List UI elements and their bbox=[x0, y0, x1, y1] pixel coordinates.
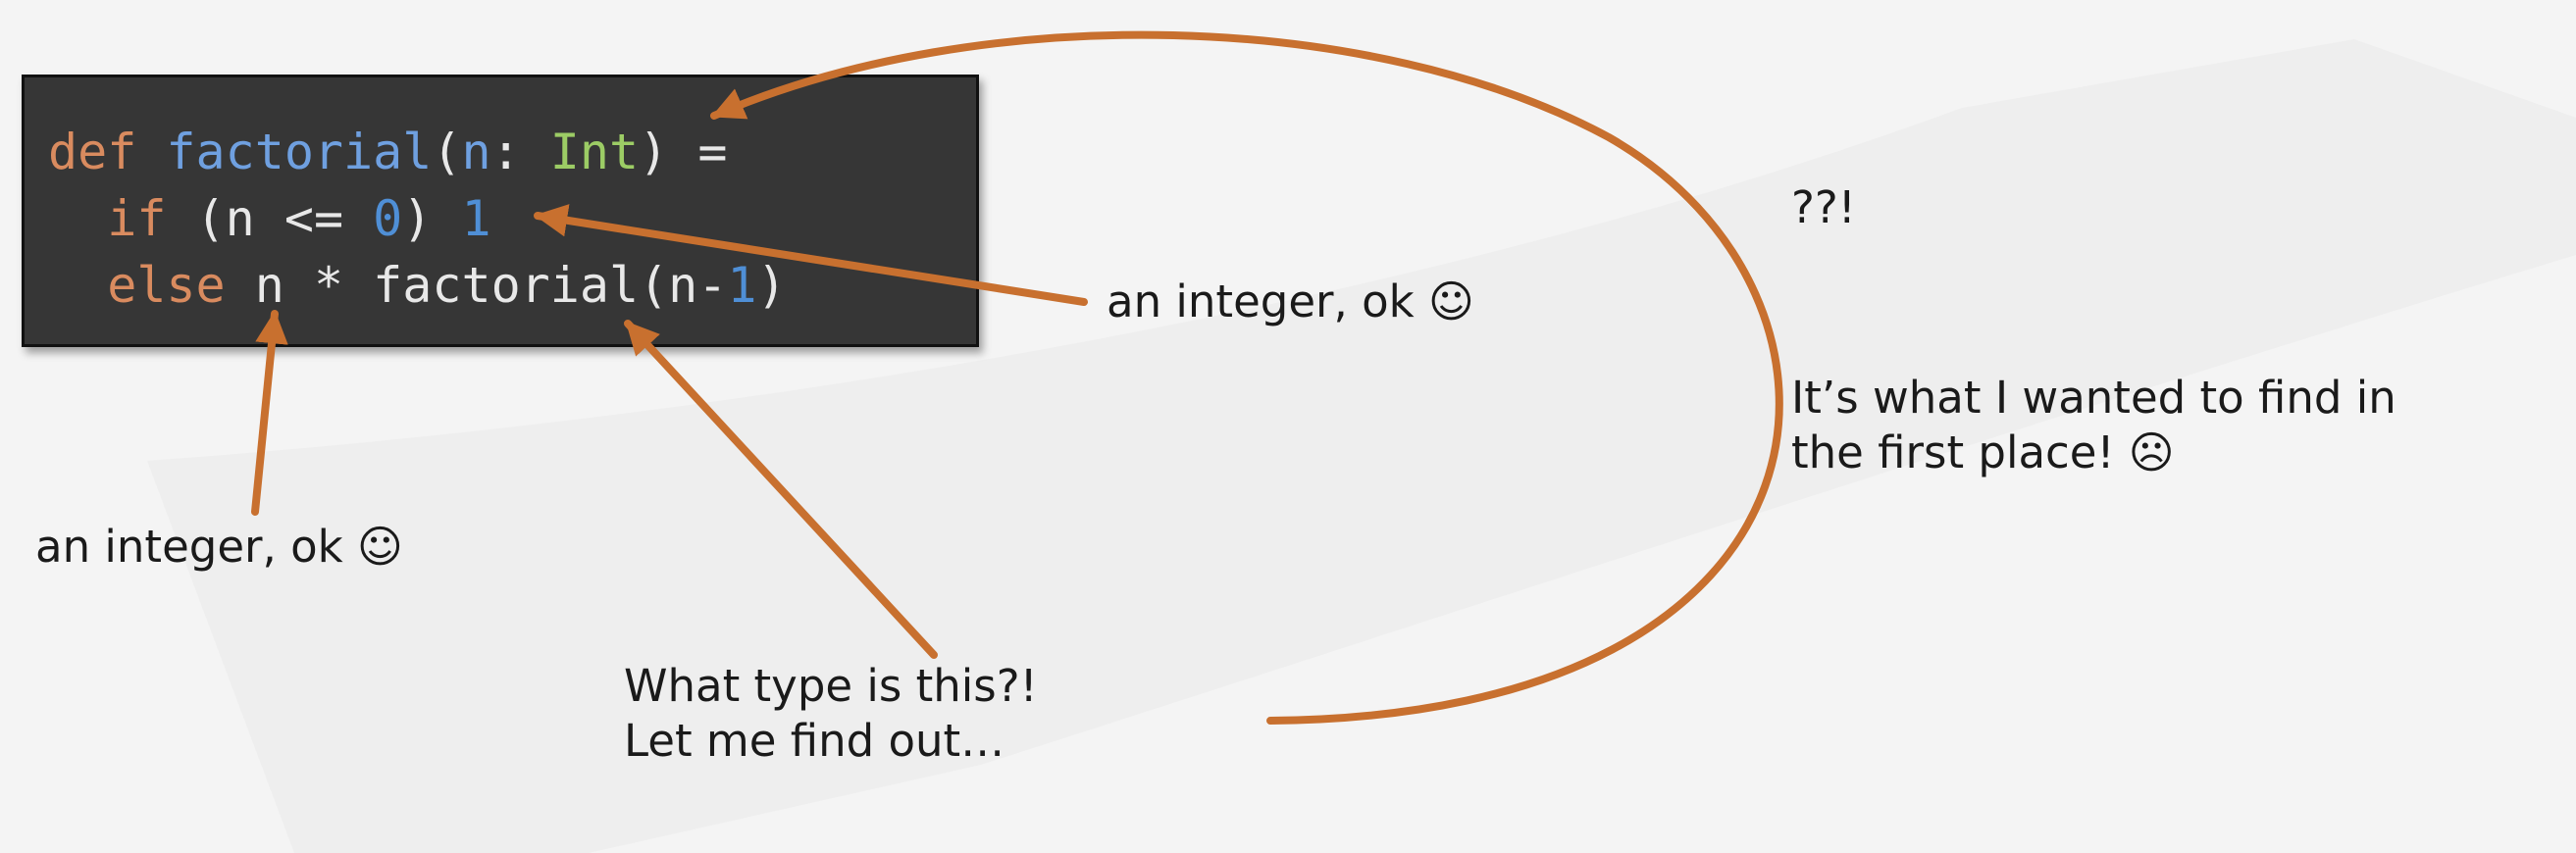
annotation-integer-ok-left: an integer, ok ☺ bbox=[35, 521, 403, 573]
arrow-to-param-n bbox=[251, 310, 288, 516]
arrow-to-literal-one bbox=[534, 204, 1088, 306]
annotation-wanted: It’s what I wanted to find in the first … bbox=[1791, 372, 2396, 478]
annotation-integer-ok-right: an integer, ok ☺ bbox=[1107, 276, 1474, 327]
arrow-to-recursive-call bbox=[624, 320, 938, 659]
annotation-what-type: What type is this?! Let me find out… bbox=[624, 660, 1038, 767]
arrow-to-return-type bbox=[710, 30, 1783, 725]
annotation-confused: ??! bbox=[1791, 181, 1856, 233]
